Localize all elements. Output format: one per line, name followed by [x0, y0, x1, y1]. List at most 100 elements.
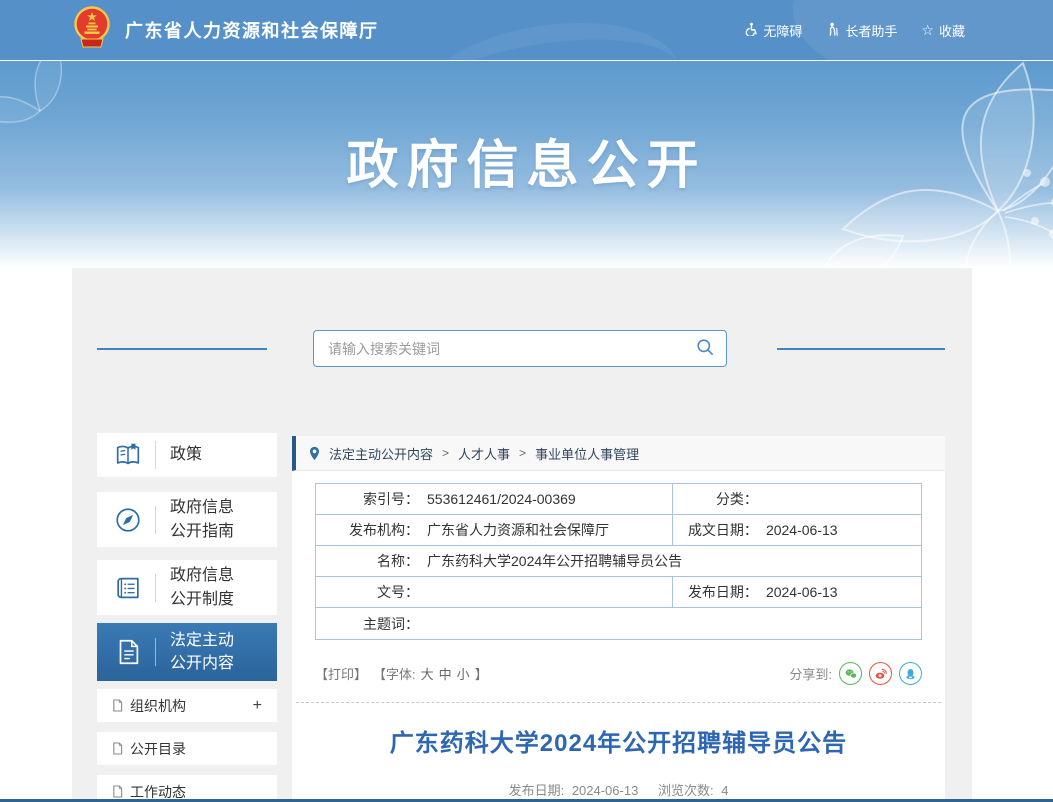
divider-line [97, 348, 267, 350]
content-panel: 政策 政府信息公开指南 [72, 268, 972, 802]
index-number-value: 553612461/2024-00369 [427, 491, 576, 507]
sidebar-item-statutory-disclosure[interactable]: 法定主动公开内容 [97, 623, 277, 681]
sidebar: 政策 政府信息公开指南 [97, 433, 277, 802]
sidebar-subitem-label: 组织机构 [130, 696, 186, 716]
sidebar-item-label: 政府信息公开制度 [170, 564, 248, 610]
print-font-controls: 【打印】 【字体: 大 中 小 】 [315, 664, 488, 683]
meta-cell: 成文日期： 2024-06-13 [673, 515, 921, 545]
issuing-org-label: 发布机构： [316, 520, 419, 540]
article-dateline: 发布日期: 2024-06-13 浏览次数: 4 [292, 780, 945, 799]
breadcrumb-item[interactable]: 人才人事 [458, 444, 510, 463]
document-name-label: 名称： [316, 551, 419, 571]
sidebar-subitem-work-updates[interactable]: 工作动态 [97, 775, 277, 802]
elder-assistant-label: 长者助手 [845, 21, 897, 40]
divider [155, 506, 156, 534]
meta-cell: 名称： 广东药科大学2024年公开招聘辅导员公告 [316, 546, 921, 576]
search-input[interactable] [314, 341, 684, 357]
share-controls: 分享到: [789, 662, 922, 685]
meta-cell: 发布机构： 广东省人力资源和社会保障厅 [316, 515, 673, 545]
sidebar-subitem-organization[interactable]: 组织机构 + [97, 689, 277, 722]
publish-date-value: 2024-06-13 [766, 584, 838, 600]
star-icon: ☆ [921, 23, 934, 37]
publish-date-label: 发布日期： [673, 582, 758, 602]
breadcrumb: 法定主动公开内容 > 人才人事 > 事业单位人事管理 [292, 436, 945, 471]
divider-line [777, 348, 945, 350]
wechat-icon [844, 667, 858, 681]
share-label: 分享到: [789, 664, 832, 683]
expand-plus-icon[interactable]: + [253, 698, 262, 714]
doc-number-label: 文号： [316, 582, 419, 602]
breadcrumb-item[interactable]: 法定主动公开内容 [329, 444, 433, 463]
written-date-value: 2024-06-13 [766, 522, 838, 538]
views-count: 4 [721, 783, 728, 798]
elder-assistant-link[interactable]: 长者助手 [826, 21, 897, 40]
category-label: 分类： [673, 489, 758, 509]
font-size-prefix: 【字体: [373, 664, 416, 683]
breadcrumb-item[interactable]: 事业单位人事管理 [535, 444, 639, 463]
notebook-icon [112, 572, 144, 604]
page-icon [112, 699, 123, 712]
issuing-org-value: 广东省人力资源和社会保障厅 [427, 520, 609, 540]
font-size-control: 【字体: 大 中 小 】 [373, 664, 488, 683]
sidebar-item-label: 法定主动公开内容 [170, 629, 248, 675]
banner: 政府信息公开 [0, 60, 1053, 268]
book-icon [112, 439, 144, 471]
accessibility-link[interactable]: 无障碍 [744, 21, 802, 40]
document-icon [112, 636, 144, 668]
search-box [313, 330, 727, 367]
document-name-value: 广东药科大学2024年公开招聘辅导员公告 [427, 551, 682, 571]
search-icon [696, 338, 714, 359]
meta-cell: 文号： [316, 577, 673, 607]
divider [155, 441, 156, 469]
app-header: 广东省人力资源和社会保障厅 无障碍 长者助手 [0, 0, 1053, 60]
font-size-large-button[interactable]: 大 [421, 664, 434, 683]
index-number-label: 索引号： [316, 489, 419, 509]
meta-cell: 发布日期： 2024-06-13 [673, 577, 921, 607]
favorite-label: 收藏 [939, 21, 965, 40]
wechat-share-button[interactable] [839, 662, 862, 685]
article-toolbar: 【打印】 【字体: 大 中 小 】 分享到: [315, 662, 922, 685]
sidebar-item-label: 政府信息公开指南 [170, 496, 248, 542]
national-emblem-logo [72, 5, 112, 56]
table-row: 文号： 发布日期： 2024-06-13 [316, 577, 921, 608]
sidebar-item-policy[interactable]: 政策 [97, 433, 277, 477]
accessibility-label: 无障碍 [763, 21, 802, 40]
table-row: 主题词： [316, 608, 921, 639]
font-size-small-button[interactable]: 小 [457, 664, 470, 683]
sidebar-subitem-public-catalog[interactable]: 公开目录 [97, 732, 277, 765]
site-logo-link[interactable]: 广东省人力资源和社会保障厅 [72, 5, 379, 56]
search-button[interactable] [684, 331, 726, 366]
table-row: 索引号： 553612461/2024-00369 分类： [316, 484, 921, 515]
meta-cell: 索引号： 553612461/2024-00369 [316, 484, 673, 514]
qq-icon [904, 667, 917, 681]
divider [155, 574, 156, 602]
qq-share-button[interactable] [899, 662, 922, 685]
compass-icon [112, 504, 144, 536]
dashed-divider [296, 702, 941, 703]
keywords-label: 主题词： [316, 614, 419, 634]
views-label: 浏览次数: [658, 783, 714, 798]
sidebar-item-disclosure-guide[interactable]: 政府信息公开指南 [97, 492, 277, 547]
document-meta-table: 索引号： 553612461/2024-00369 分类： 发布机构： 广东省人… [315, 483, 922, 640]
meta-cell: 主题词： [316, 608, 921, 639]
font-size-suffix: 】 [475, 664, 488, 683]
breadcrumb-separator: > [519, 446, 526, 460]
article-title: 广东药科大学2024年公开招聘辅导员公告 [302, 728, 935, 759]
meta-cell: 分类： [673, 484, 921, 514]
favorite-link[interactable]: ☆ 收藏 [921, 21, 965, 40]
print-button[interactable]: 【打印】 [315, 664, 367, 683]
site-title: 广东省人力资源和社会保障厅 [125, 17, 379, 43]
accessibility-icon [744, 22, 758, 39]
table-row: 发布机构： 广东省人力资源和社会保障厅 成文日期： 2024-06-13 [316, 515, 921, 546]
table-row: 名称： 广东药科大学2024年公开招聘辅导员公告 [316, 546, 921, 577]
page-icon [112, 785, 123, 798]
location-pin-icon [309, 446, 320, 461]
weibo-icon [874, 667, 888, 681]
publish-date: 2024-06-13 [572, 783, 639, 798]
weibo-share-button[interactable] [869, 662, 892, 685]
sidebar-item-disclosure-system[interactable]: 政府信息公开制度 [97, 560, 277, 615]
font-size-medium-button[interactable]: 中 [439, 664, 452, 683]
content-card: 法定主动公开内容 > 人才人事 > 事业单位人事管理 索引号： 55361246… [292, 436, 945, 802]
header-decoration [413, 7, 687, 60]
publish-date-label: 发布日期: [509, 783, 565, 798]
